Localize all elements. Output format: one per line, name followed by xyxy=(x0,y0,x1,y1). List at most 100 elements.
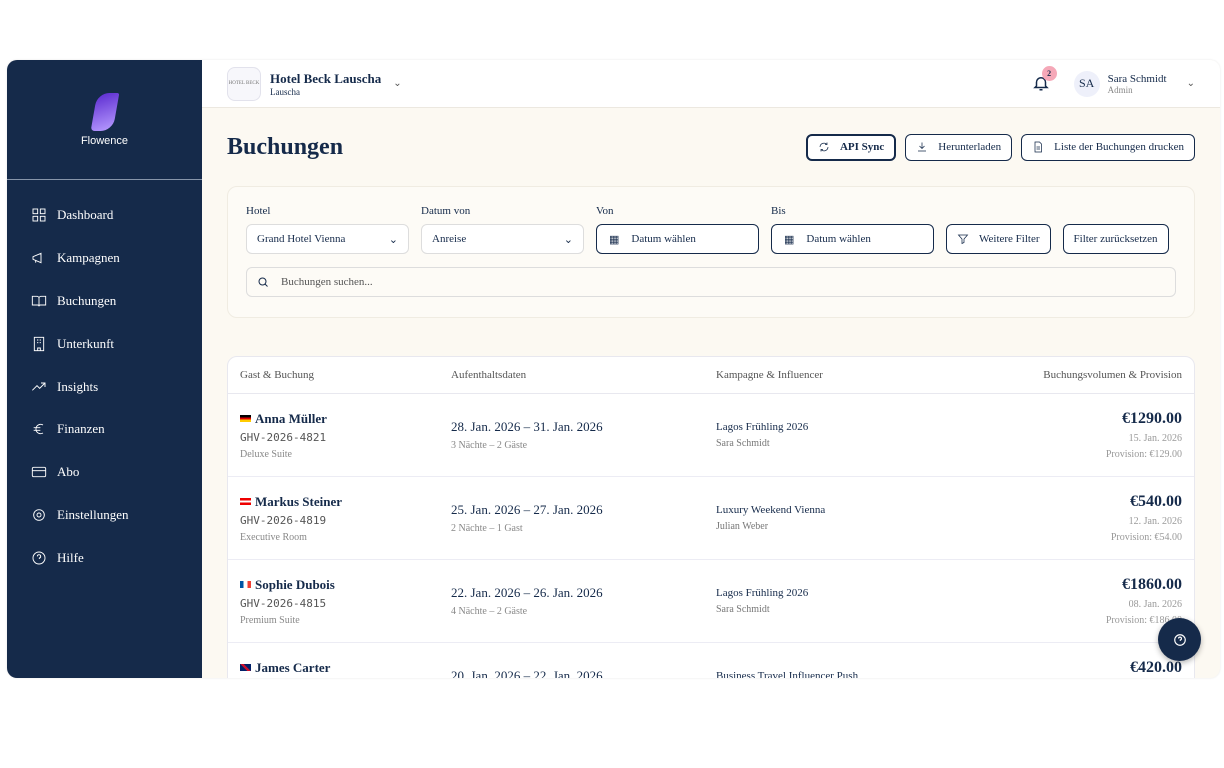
sidebar-item-finanzen[interactable]: Finanzen xyxy=(7,408,202,451)
chevron-down-icon: ⌄ xyxy=(388,233,398,246)
api-sync-button[interactable]: API Sync xyxy=(805,133,897,161)
reset-filters-button[interactable]: Filter zurücksetzen xyxy=(1062,224,1169,254)
table-row[interactable]: Anna Müller GHV-2026-4821 Deluxe Suite 28.… xyxy=(228,394,1194,477)
document-icon xyxy=(1034,141,1043,153)
chevron-down-icon[interactable]: ⌄ xyxy=(1187,78,1195,89)
date-type-select[interactable]: Anreise ⌄ xyxy=(421,224,584,254)
notifications-button[interactable]: 2 xyxy=(1032,65,1057,94)
filter-icon xyxy=(957,234,969,245)
to-date-value: Datum wählen xyxy=(806,233,871,245)
column-header[interactable]: Aufenthaltsdaten xyxy=(451,369,716,381)
sidebar-item-insights[interactable]: Insights xyxy=(7,365,202,408)
app-window: Flowence Dashboard Kampagnen Buchungen Unte… xyxy=(7,60,1220,678)
sidebar-item-buchungen[interactable]: Buchungen xyxy=(7,280,202,323)
stay-dates: 20. Jan. 2026 – 22. Jan. 2026 xyxy=(451,668,603,678)
booking-search-input[interactable]: Buchungen suchen... xyxy=(246,267,1176,297)
room-type: Executive Room xyxy=(240,531,307,543)
guest-name: Anna Müller xyxy=(255,410,327,426)
campaign-name: Business Travel Influencer Push xyxy=(716,670,859,678)
sidebar-item-einstellungen[interactable]: Einstellungen xyxy=(7,494,202,537)
sidebar-item-label: Abo xyxy=(57,464,80,480)
date-type-value: Anreise xyxy=(432,233,467,245)
table-row[interactable]: James CarterGHV-2026-4812Business Room 2… xyxy=(228,643,1194,678)
column-header[interactable]: Kampagne & Influencer xyxy=(716,369,956,381)
sidebar-item-unterkunft[interactable]: Unterkunft xyxy=(7,322,202,365)
stay-dates: 28. Jan. 2026 – 31. Jan. 2026 xyxy=(451,419,603,434)
calendar-icon: ▦ xyxy=(784,233,795,246)
booking-amount: €540.00 xyxy=(1130,493,1182,510)
stay-details: 4 Nächte – 2 Gäste xyxy=(451,606,528,617)
sidebar-item-label: Unterkunft xyxy=(57,335,115,351)
stay-dates: 22. Jan. 2026 – 26. Jan. 2026 xyxy=(451,585,603,600)
hotel-switcher[interactable]: Hotel Beck Lauscha Lauscha xyxy=(270,71,381,97)
megaphone-icon xyxy=(32,252,42,264)
room-type: Deluxe Suite xyxy=(240,448,292,460)
download-label: Herunterladen xyxy=(938,141,1002,153)
sidebar-item-label: Finanzen xyxy=(57,421,105,437)
sidebar-item-hilfe[interactable]: Hilfe xyxy=(7,536,202,579)
sidebar-item-label: Hilfe xyxy=(57,549,84,565)
booking-code: GHV-2026-4815 xyxy=(240,596,327,610)
sidebar-item-abo[interactable]: Abo xyxy=(7,451,202,494)
from-date-picker[interactable]: ▦ Datum wählen xyxy=(596,224,759,254)
download-icon xyxy=(918,142,927,152)
chevron-down-icon[interactable]: ⌄ xyxy=(393,78,401,89)
campaign-name: Lagos Frühling 2026 xyxy=(716,587,809,599)
user-name: Sara Schmidt xyxy=(1107,72,1167,85)
provision: Provision: €54.00 xyxy=(1110,532,1182,543)
help-fab[interactable] xyxy=(1158,618,1201,661)
hotel-logo-text: HOTEL BECK xyxy=(228,81,260,86)
to-label: Bis xyxy=(771,205,786,217)
chevron-down-icon: ⌄ xyxy=(563,233,573,246)
more-filters-button[interactable]: Weitere Filter xyxy=(946,224,1051,254)
book-icon xyxy=(31,295,47,307)
booking-code: GHV-2026-4821 xyxy=(240,430,327,444)
booking-date: 08. Jan. 2026 xyxy=(1128,599,1182,610)
from-label: Von xyxy=(596,205,614,217)
brand-logo[interactable]: Flowence xyxy=(7,60,202,180)
stay-details: 2 Nächte – 1 Gast xyxy=(451,523,523,534)
search-placeholder: Buchungen suchen... xyxy=(281,276,373,288)
stay-details: 3 Nächte – 2 Gäste xyxy=(451,440,528,451)
user-menu[interactable]: Sara Schmidt Admin xyxy=(1108,73,1167,95)
provision: Provision: €186.00 xyxy=(1105,615,1182,626)
bookings-table: Gast & Buchung Aufenthaltsdaten Kampagne &… xyxy=(227,356,1195,678)
print-button[interactable]: Liste der Buchungen drucken xyxy=(1021,133,1195,161)
hotel-filter-label: Hotel xyxy=(246,205,271,217)
to-date-picker[interactable]: ▦ Datum wählen xyxy=(771,224,934,254)
hotel-select[interactable]: Grand Hotel Vienna ⌄ xyxy=(246,224,409,254)
guest-name: Sophie Dubois xyxy=(255,576,335,592)
card-icon xyxy=(31,467,47,478)
more-filters-label: Weitere Filter xyxy=(979,233,1040,245)
user-role: Admin xyxy=(1107,84,1133,95)
booking-amount: €1290.00 xyxy=(1122,410,1182,427)
gear-icon xyxy=(33,509,45,521)
table-row[interactable]: Markus Steiner GHV-2026-4819 Executive Roo… xyxy=(228,477,1194,560)
hotel-city: Lauscha xyxy=(270,86,300,97)
column-header[interactable]: Gast & Buchung xyxy=(240,369,451,381)
table-row[interactable]: Sophie Dubois GHV-2026-4815 Premium Suite … xyxy=(228,560,1194,643)
table-header: Gast & Buchung Aufenthaltsdaten Kampagne &… xyxy=(228,357,1194,394)
influencer-name: Julian Weber xyxy=(716,521,769,532)
main-content: Buchungen API Sync Herunterladen Liste d… xyxy=(202,108,1220,678)
hotel-logo: HOTEL BECK xyxy=(227,66,261,101)
room-type: Premium Suite xyxy=(240,614,300,626)
sidebar-item-label: Einstellungen xyxy=(57,506,129,522)
stay-dates: 25. Jan. 2026 – 27. Jan. 2026 xyxy=(451,502,603,517)
search-icon xyxy=(258,277,268,287)
sidebar-item-kampagnen[interactable]: Kampagnen xyxy=(7,237,202,280)
flag-de-icon xyxy=(240,414,251,422)
influencer-name: Sara Schmidt xyxy=(716,438,770,449)
top-header: HOTEL BECK Hotel Beck Lauscha Lauscha ⌄ … xyxy=(202,60,1220,108)
flag-at-icon xyxy=(240,497,251,505)
sidebar-item-dashboard[interactable]: Dashboard xyxy=(7,194,202,237)
download-button[interactable]: Herunterladen xyxy=(905,133,1013,161)
avatar[interactable]: SA xyxy=(1073,70,1100,97)
help-icon xyxy=(32,551,46,565)
hotel-name: Hotel Beck Lauscha xyxy=(270,70,382,86)
hotel-select-value: Grand Hotel Vienna xyxy=(257,233,346,245)
booking-date: 15. Jan. 2026 xyxy=(1128,433,1182,444)
column-header[interactable]: Buchungsvolumen & Provision xyxy=(956,369,1182,381)
guest-name: Markus Steiner xyxy=(255,493,343,509)
guest-name: James Carter xyxy=(255,659,331,675)
